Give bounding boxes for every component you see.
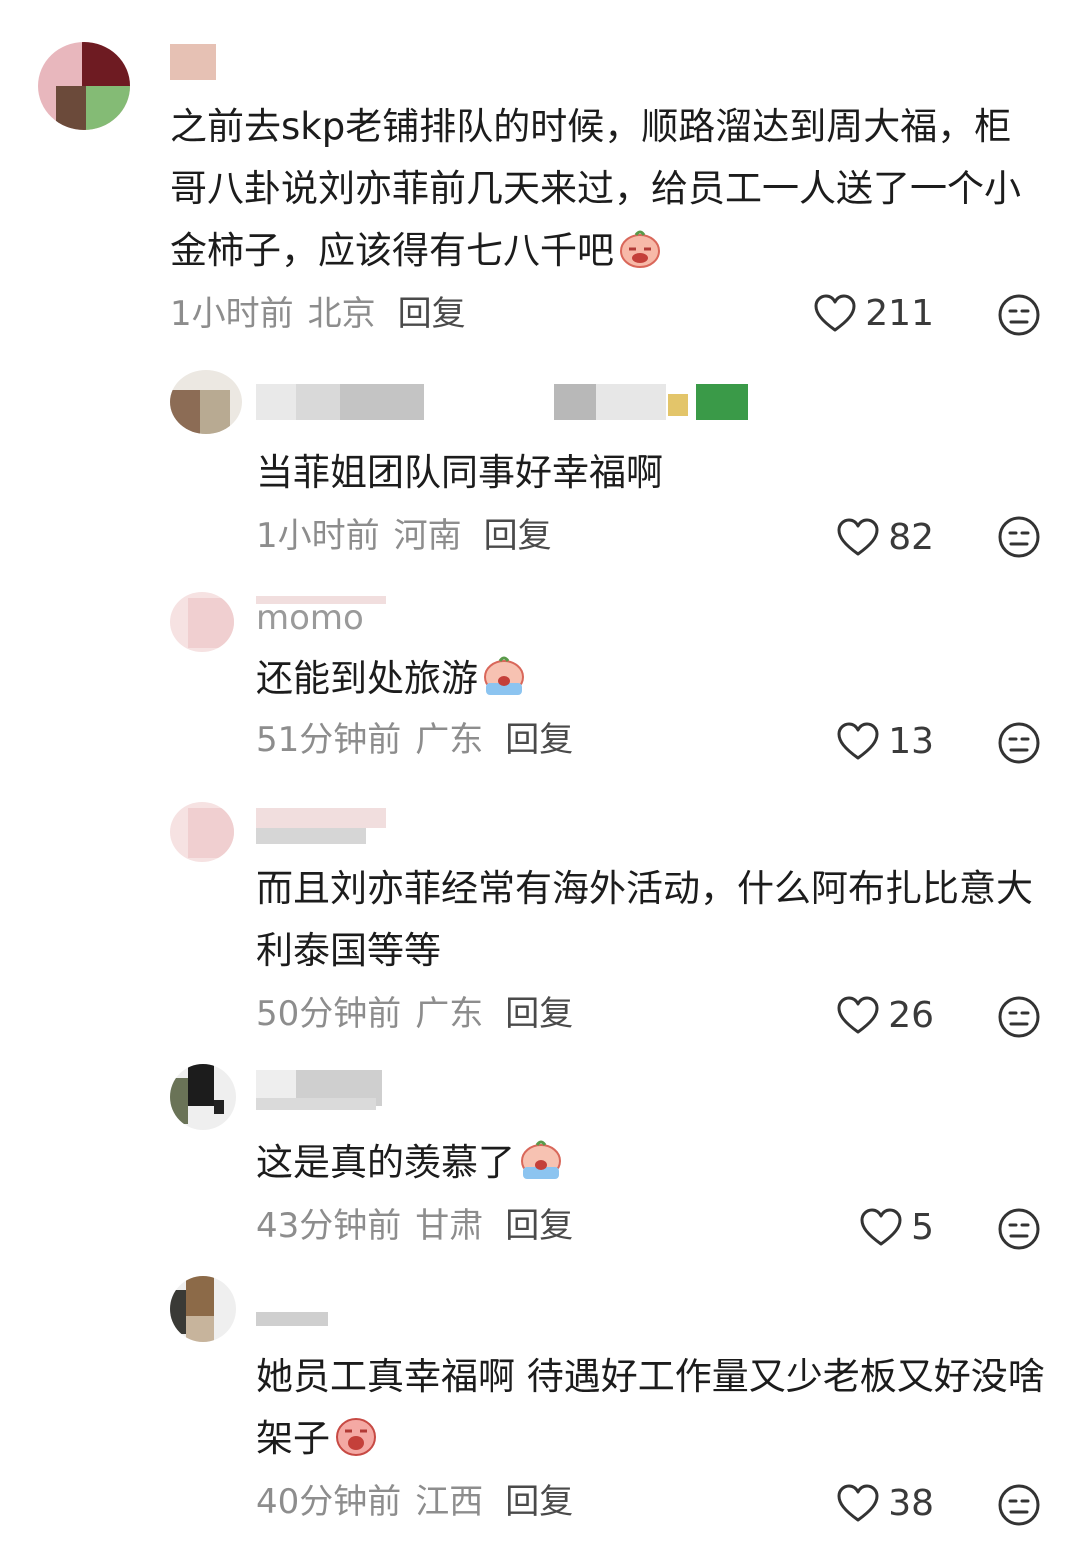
location: 广东: [415, 994, 484, 1034]
timestamp: 40分钟前: [256, 1482, 402, 1522]
like-button[interactable]: 26: [836, 994, 934, 1038]
comment-text: 还能到处旅游: [256, 648, 1036, 710]
comment-text: 这是真的羡慕了: [256, 1132, 1036, 1194]
like-count: 82: [888, 517, 934, 558]
username[interactable]: momo: [256, 596, 396, 632]
avatar[interactable]: [170, 592, 234, 652]
like-button[interactable]: 82: [836, 516, 934, 560]
heart-outline-icon: [837, 1484, 879, 1522]
heart-outline-icon: [837, 722, 879, 760]
comment-text: 她员工真幸福啊 待遇好工作量又少老板又好没啥架子: [256, 1355, 1045, 1460]
like-count: 211: [865, 293, 934, 334]
avatar[interactable]: [170, 1064, 236, 1130]
reply-button[interactable]: 回复: [505, 1482, 573, 1522]
like-button[interactable]: 5: [859, 1206, 934, 1250]
username-blurred[interactable]: [256, 1300, 336, 1336]
neutral-face-icon[interactable]: [998, 996, 1040, 1038]
timestamp: 1小时前: [170, 294, 294, 334]
location: 北京: [307, 294, 376, 334]
comment-meta: 40分钟前 江西 回复: [256, 1482, 573, 1522]
like-button[interactable]: 13: [836, 720, 934, 764]
heart-outline-icon: [814, 294, 856, 332]
neutral-face-icon[interactable]: [998, 722, 1040, 764]
comment-meta: 1小时前 北京 回复: [170, 294, 466, 334]
like-count: 26: [888, 995, 934, 1036]
avatar[interactable]: [38, 42, 130, 130]
like-count: 5: [911, 1207, 934, 1248]
reply-button[interactable]: 回复: [398, 294, 466, 334]
reply-button[interactable]: 回复: [505, 720, 573, 760]
heart-outline-icon: [860, 1208, 902, 1246]
heart-outline-icon: [837, 996, 879, 1034]
timestamp: 50分钟前: [256, 994, 402, 1034]
username-blurred[interactable]: [256, 808, 396, 844]
avatar[interactable]: [170, 370, 242, 434]
neutral-face-icon[interactable]: [998, 1208, 1040, 1250]
crying-face-emoji: [484, 656, 524, 695]
reply-button[interactable]: 回复: [505, 994, 573, 1034]
timestamp: 1小时前: [256, 516, 380, 556]
username-blurred[interactable]: [256, 384, 756, 420]
crying-face-emoji: [336, 1418, 376, 1456]
comment-meta: 43分钟前 甘肃 回复: [256, 1206, 573, 1246]
reply-button[interactable]: 回复: [484, 516, 552, 556]
location: 河南: [393, 516, 462, 556]
comment-meta: 1小时前 河南 回复: [256, 516, 552, 556]
like-button[interactable]: 211: [813, 292, 934, 336]
neutral-face-icon[interactable]: [998, 294, 1040, 336]
avatar[interactable]: [170, 1276, 236, 1342]
location: 江西: [415, 1482, 484, 1522]
location: 广东: [415, 720, 484, 760]
comment-text: 而且刘亦菲经常有海外活动，什么阿布扎比意大利泰国等等: [256, 867, 1033, 972]
username-blurred[interactable]: [256, 1070, 386, 1110]
comment-meta: 51分钟前 广东 回复: [256, 720, 573, 760]
comment-text: 当菲姐团队同事好幸福啊: [256, 451, 663, 494]
like-button[interactable]: 38: [836, 1482, 934, 1526]
comment-meta: 50分钟前 广东 回复: [256, 994, 573, 1034]
like-count: 38: [888, 1483, 934, 1524]
username-blurred[interactable]: [170, 44, 216, 80]
comment-text: 之前去skp老铺排队的时候，顺路溜达到周大福，柜哥八卦说刘亦菲前几天来过，给员工…: [170, 105, 1021, 272]
location: 甘肃: [415, 1206, 484, 1246]
reply-button[interactable]: 回复: [505, 1206, 573, 1246]
avatar[interactable]: [170, 802, 234, 862]
neutral-face-icon[interactable]: [998, 516, 1040, 558]
crying-face-emoji: [620, 230, 660, 268]
like-count: 13: [888, 721, 934, 762]
timestamp: 43分钟前: [256, 1206, 402, 1246]
heart-outline-icon: [837, 518, 879, 556]
crying-face-emoji: [521, 1140, 561, 1179]
timestamp: 51分钟前: [256, 720, 402, 760]
neutral-face-icon[interactable]: [998, 1484, 1040, 1526]
